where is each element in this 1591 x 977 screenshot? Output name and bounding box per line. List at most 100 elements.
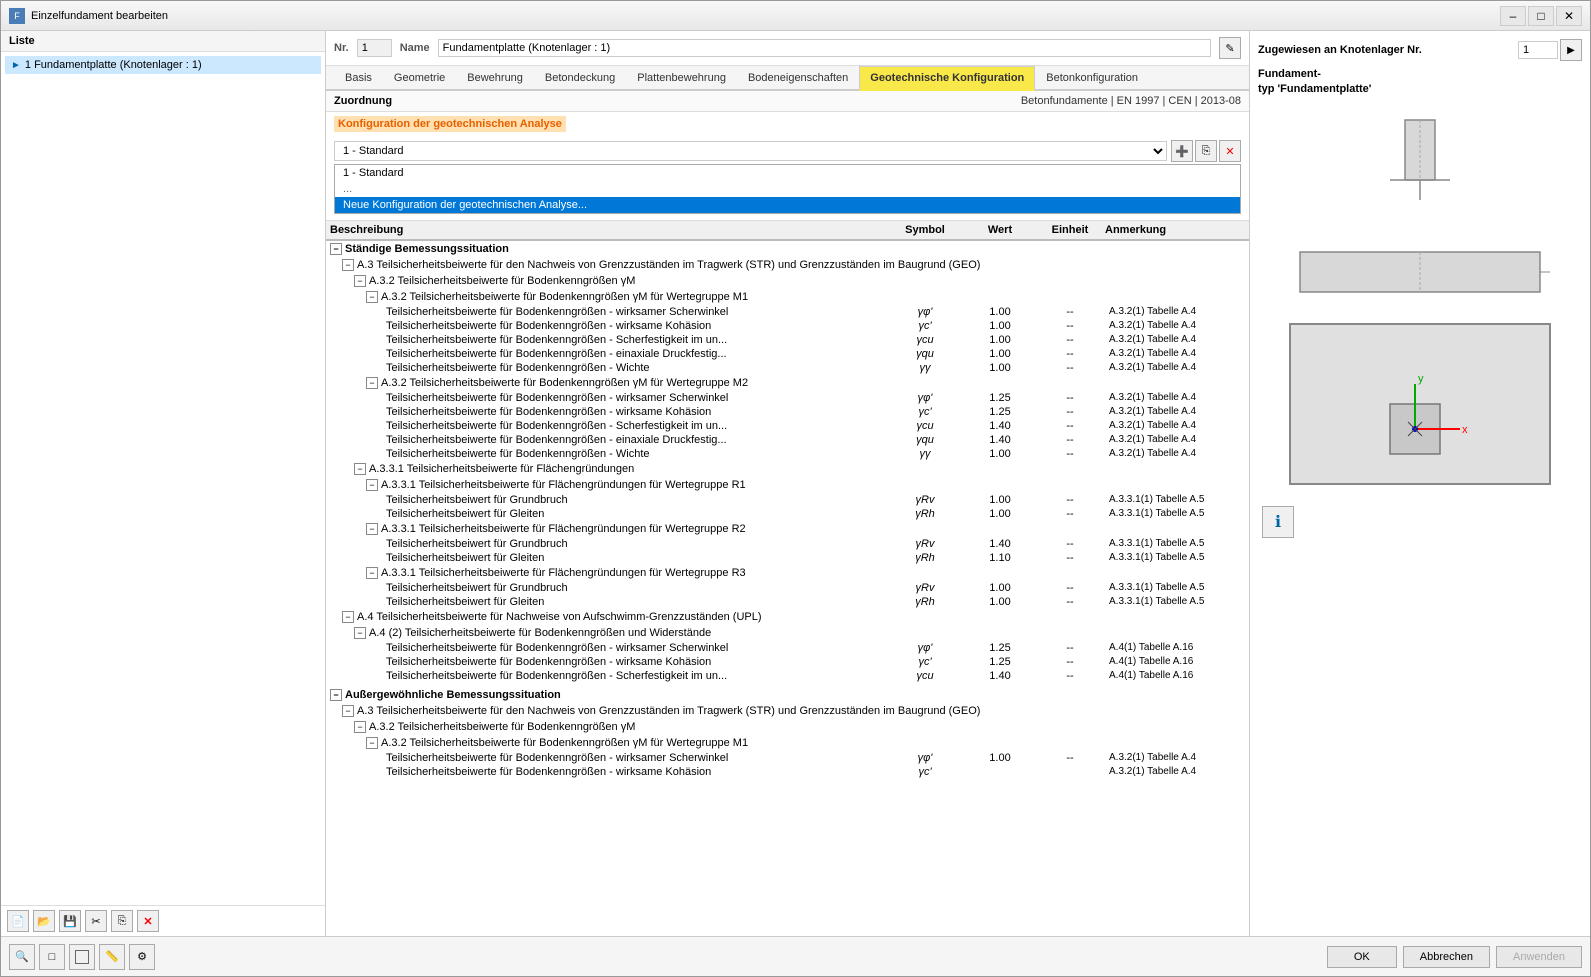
object-button[interactable]: □: [39, 944, 65, 970]
sidebar-save-button[interactable]: 💾: [59, 910, 81, 932]
nr-input[interactable]: [357, 39, 392, 57]
name-input[interactable]: [438, 39, 1211, 57]
expand-a3-2-m1-ag[interactable]: −: [366, 737, 378, 749]
expand-r3[interactable]: −: [366, 567, 378, 579]
properties-button[interactable]: ⚙: [129, 944, 155, 970]
row-m2-3: Teilsicherheitsbeiwerte für Bodenkenngrö…: [326, 433, 1249, 447]
section-a3-2-m2-header: − A.3.2 Teilsicherheitsbeiwerte für Bode…: [326, 375, 1249, 391]
bottom-left-tools: 🔍 □ 📏 ⚙: [9, 944, 1323, 970]
tab-bewehrung[interactable]: Bewehrung: [456, 66, 534, 89]
sidebar-cut-button[interactable]: ✂: [85, 910, 107, 932]
close-button[interactable]: ✕: [1556, 6, 1582, 26]
row-r1-0: Teilsicherheitsbeiwert für Grundbruch γR…: [326, 493, 1249, 507]
col-beschreibung: Beschreibung: [330, 224, 885, 236]
expand-a3-2-m2[interactable]: −: [366, 377, 378, 389]
config-new-button[interactable]: ➕: [1171, 140, 1193, 162]
row-a4-0-note: A.4(1) Tabelle A.16: [1105, 642, 1245, 654]
row-m1-1-unit: --: [1035, 320, 1105, 332]
rect-select-button[interactable]: [69, 944, 95, 970]
diagram-bottom-container: x y: [1280, 314, 1560, 494]
row-ag-m1-0-unit: --: [1035, 752, 1105, 764]
expand-staendige[interactable]: −: [330, 243, 342, 255]
row-m2-0-unit: --: [1035, 392, 1105, 404]
row-m1-2-val: 1.00: [965, 334, 1035, 346]
ok-button[interactable]: OK: [1327, 946, 1397, 968]
config-option-neue[interactable]: Neue Konfiguration der geotechnischen An…: [335, 197, 1240, 213]
table-area[interactable]: Beschreibung Symbol Wert Einheit Anmerku…: [326, 221, 1249, 936]
zoom-search-button[interactable]: 🔍: [9, 944, 35, 970]
info-button[interactable]: ℹ: [1262, 506, 1294, 538]
config-option-1-label: 1 - Standard: [343, 167, 404, 179]
row-m2-1-unit: --: [1035, 406, 1105, 418]
col-einheit: Einheit: [1035, 224, 1105, 236]
expand-r1[interactable]: −: [366, 479, 378, 491]
norm-text: Betonfundamente | EN 1997 | CEN | 2013-0…: [1021, 95, 1241, 107]
minimize-button[interactable]: –: [1500, 6, 1526, 26]
row-a4-1: Teilsicherheitsbeiwerte für Bodenkenngrö…: [326, 655, 1249, 669]
expand-aussergewoehnliche[interactable]: −: [330, 689, 342, 701]
row-m2-2-unit: --: [1035, 420, 1105, 432]
zuordnung-bar: Zuordnung Betonfundamente | EN 1997 | CE…: [326, 91, 1249, 112]
maximize-button[interactable]: □: [1528, 6, 1554, 26]
row-m1-0-val: 1.00: [965, 306, 1035, 318]
right-panel: Zugewiesen an Knotenlager Nr. ▶ Fundamen…: [1250, 31, 1590, 936]
row-a4-0-val: 1.25: [965, 642, 1035, 654]
sidebar-item-fundamentplatte[interactable]: ► 1 Fundamentplatte (Knotenlager : 1): [5, 56, 321, 74]
row-m2-2-sym: γcu: [885, 420, 965, 432]
config-dropdown[interactable]: 1 - Standard: [334, 141, 1167, 161]
config-copy-button[interactable]: ⎘: [1195, 140, 1217, 162]
cancel-button[interactable]: Abbrechen: [1403, 946, 1490, 968]
row-r3-1-sym: γRh: [885, 596, 965, 608]
row-r2-0-note: A.3.3.1(1) Tabelle A.5: [1105, 538, 1245, 550]
fundamental-typ-label: Fundament- typ 'Fundamentplatte': [1258, 68, 1371, 95]
sidebar-open-button[interactable]: 📂: [33, 910, 55, 932]
tab-geometrie[interactable]: Geometrie: [383, 66, 456, 89]
title-bar: F Einzelfundament bearbeiten – □ ✕: [1, 1, 1590, 31]
sidebar-new-button[interactable]: 📄: [7, 910, 29, 932]
expand-r2[interactable]: −: [366, 523, 378, 535]
row-m2-1-desc: Teilsicherheitsbeiwerte für Bodenkenngrö…: [330, 406, 885, 418]
row-ag-m1-1-val: [965, 766, 1035, 778]
section-a3-2-m1-header: − A.3.2 Teilsicherheitsbeiwerte für Bode…: [326, 289, 1249, 305]
expand-a3-2-m1[interactable]: −: [366, 291, 378, 303]
row-r2-1-desc: Teilsicherheitsbeiwert für Gleiten: [330, 552, 885, 564]
edit-name-button[interactable]: ✎: [1219, 37, 1241, 59]
row-ag-m1-1: Teilsicherheitsbeiwerte für Bodenkenngrö…: [326, 765, 1249, 779]
zugewiesen-nr-button[interactable]: ▶: [1560, 39, 1582, 61]
expand-a3-2[interactable]: −: [354, 275, 366, 287]
apply-button[interactable]: Anwenden: [1496, 946, 1582, 968]
measure-button[interactable]: 📏: [99, 944, 125, 970]
row-m1-1-note: A.3.2(1) Tabelle A.4: [1105, 320, 1245, 332]
expand-a3-3-1[interactable]: −: [354, 463, 366, 475]
config-neue-label: Neue Konfiguration der geotechnischen An…: [343, 199, 587, 211]
tab-plattenbewehrung[interactable]: Plattenbewehrung: [626, 66, 737, 89]
tab-betonkonfiguration[interactable]: Betonkonfiguration: [1035, 66, 1149, 89]
expand-a3-2-ym-ag[interactable]: −: [354, 721, 366, 733]
config-delete-button[interactable]: ✕: [1219, 140, 1241, 162]
sidebar-delete-button[interactable]: ✕: [137, 910, 159, 932]
tab-betondeckung[interactable]: Betondeckung: [534, 66, 626, 89]
row-a4-0: Teilsicherheitsbeiwerte für Bodenkenngrö…: [326, 641, 1249, 655]
expand-a3-ag[interactable]: −: [342, 705, 354, 717]
row-r1-1-note: A.3.3.1(1) Tabelle A.5: [1105, 508, 1245, 520]
expand-a3[interactable]: −: [342, 259, 354, 271]
row-r3-1-note: A.3.3.1(1) Tabelle A.5: [1105, 596, 1245, 608]
row-m1-2-desc: Teilsicherheitsbeiwerte für Bodenkenngrö…: [330, 334, 885, 346]
tab-basis[interactable]: Basis: [334, 66, 383, 89]
tab-geotechnische-konfiguration[interactable]: Geotechnische Konfiguration: [859, 66, 1035, 91]
tab-bodeneigenschaften[interactable]: Bodeneigenschaften: [737, 66, 859, 89]
sidebar-copy-button[interactable]: ⎘: [111, 910, 133, 932]
expand-a4[interactable]: −: [342, 611, 354, 623]
open-icon: 📂: [37, 915, 51, 928]
config-option-1[interactable]: 1 - Standard: [335, 165, 1240, 181]
config-copy-icon: ⎘: [1202, 145, 1211, 158]
row-m2-1-sym: γc': [885, 406, 965, 418]
sidebar: Liste ► 1 Fundamentplatte (Knotenlager :…: [1, 31, 326, 936]
row-m2-0: Teilsicherheitsbeiwerte für Bodenkenngrö…: [326, 391, 1249, 405]
section-r2-label: A.3.3.1 Teilsicherheitsbeiwerte für Fläc…: [381, 523, 746, 535]
arrow-icon: ▶: [1567, 45, 1575, 56]
expand-a4-2[interactable]: −: [354, 627, 366, 639]
zugewiesen-nr-input[interactable]: [1518, 41, 1558, 59]
zugewiesen-nr-group: ▶: [1518, 39, 1582, 61]
row-m2-4-desc: Teilsicherheitsbeiwerte für Bodenkenngrö…: [330, 448, 885, 460]
